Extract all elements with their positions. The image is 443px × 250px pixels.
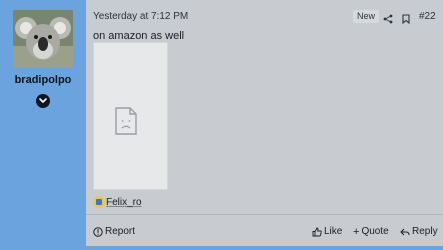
bottom-edge [0,246,443,250]
broken-image-icon [115,107,137,135]
reply-arrow-icon [400,228,410,236]
bookmark-icon[interactable] [402,11,410,29]
like-reaction-icon [93,196,105,208]
report-button[interactable]: Report [93,225,135,239]
like-button[interactable]: Like [312,225,342,239]
post-timestamp[interactable]: Yesterday at 7:12 PM [93,11,188,22]
post-header: Yesterday at 7:12 PM New #22 [86,0,443,30]
embedded-media[interactable] [93,42,168,190]
quote-label: Quote [361,226,389,237]
quote-button[interactable]: + Quote [353,225,389,239]
reaction-bar[interactable]: Felix_ro [93,196,142,210]
expand-user-button[interactable] [36,94,50,108]
post-footer: Report Like + Quote Reply [86,215,443,250]
post-panel: Yesterday at 7:12 PM New #22 on amazon a… [86,0,443,250]
info-circle-icon [93,227,103,237]
message-container: bradipolpo Yesterday at 7:12 PM New #22 … [0,0,443,250]
new-badge: New [353,10,380,23]
user-avatar[interactable] [13,10,73,68]
thumbs-up-icon [312,227,322,237]
user-info-column: bradipolpo [0,0,86,250]
plus-icon: + [353,226,360,238]
share-icon[interactable] [383,11,393,29]
username[interactable]: bradipolpo [0,74,86,86]
koala-avatar-icon [13,10,73,68]
reactor-name[interactable]: Felix_ro [106,197,142,208]
reply-button[interactable]: Reply [400,225,438,239]
like-label: Like [324,226,343,237]
report-label: Report [105,226,136,237]
post-text: on amazon as well [93,30,185,42]
chevron-down-icon [39,98,47,104]
reply-label: Reply [412,226,438,237]
post-number-link[interactable]: #22 [419,11,436,22]
